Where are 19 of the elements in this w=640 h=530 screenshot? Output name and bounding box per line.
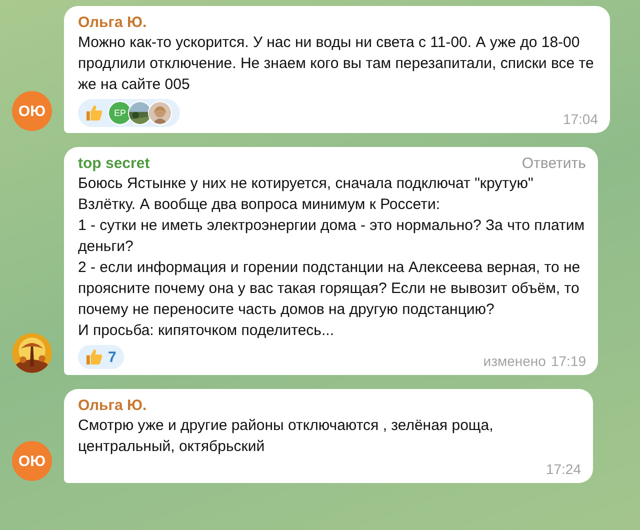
author-name[interactable]: top secret xyxy=(78,155,150,172)
reaction-chip[interactable]: 7 xyxy=(78,345,124,369)
thumbs-up-icon xyxy=(84,103,104,123)
message-time: 17:04 xyxy=(562,111,598,127)
reply-link[interactable]: Ответить xyxy=(522,155,586,172)
message-time: 17:19 xyxy=(550,353,586,369)
author-name[interactable]: Ольга Ю. xyxy=(78,14,147,31)
author-name[interactable]: Ольга Ю. xyxy=(78,397,147,414)
reaction-count: 7 xyxy=(108,348,116,366)
edited-label: изменено xyxy=(483,353,546,369)
thumbs-up-icon xyxy=(84,347,104,367)
message-time: 17:24 xyxy=(546,461,581,477)
avatar[interactable]: ОЮ xyxy=(12,441,52,481)
user-avatar: ЕР xyxy=(108,101,132,125)
reaction-chip[interactable]: ЕР xyxy=(78,99,180,127)
message-text: Боюсь Ястынке у них не котируется, сначала подключат "крутую" Взлётку. А вообще два вопроса минимум к Россети: 1 - сутки не иметь электроэнергии дома - это нормально? За что платим деньги? 2 - если информация и горении подстанции на Алексеева верная, то не проясните почему она у вас такая горящая? Если не вывозит объём, то почему не переносите часть домов на другую подстанцию? И просьба: кипяточком поделитесь... xyxy=(78,174,586,341)
message-text: Смотрю уже и другие районы отключаются , зелёная роща, центральный, октябрьский xyxy=(78,416,494,457)
avatar[interactable]: ОЮ xyxy=(12,91,52,131)
message-text: Можно как-то ускорится. У нас ни воды ни света с 11-00. А уже до 18-00 продлили отключение. Не знаем кого вы там перезапитали, списки все те же на сайте 005 xyxy=(78,33,595,95)
